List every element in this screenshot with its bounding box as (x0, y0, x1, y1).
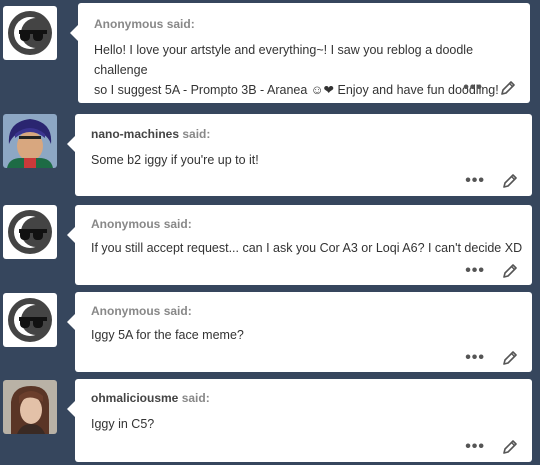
more-options-button[interactable]: ••• (465, 438, 485, 454)
pencil-icon (501, 81, 515, 95)
pencil-icon (503, 351, 517, 365)
asker-name[interactable]: nano-machines (91, 127, 179, 141)
ohmaliciousme-avatar[interactable] (3, 380, 57, 434)
ask-card: Anonymous said: Iggy 5A for the face mem… (67, 292, 532, 372)
ask-message: If you still accept request... can I ask… (91, 238, 522, 258)
anonymous-avatar[interactable] (3, 205, 57, 259)
said-label: said: (163, 217, 192, 231)
edit-button[interactable] (503, 173, 518, 188)
asker-name[interactable]: Anonymous (94, 17, 163, 31)
more-options-button[interactable]: ••• (463, 79, 483, 95)
nano-machines-avatar[interactable] (3, 114, 57, 168)
ask-message: Iggy 5A for the face meme? (91, 325, 244, 345)
asker-name[interactable]: Anonymous (91, 304, 160, 318)
said-label: said: (166, 17, 195, 31)
edit-button[interactable] (503, 439, 518, 454)
more-options-button[interactable]: ••• (465, 262, 485, 278)
character-portrait-icon (3, 114, 57, 168)
ask-card: nano-machines said: Some b2 iggy if you'… (67, 114, 532, 196)
said-label: said: (182, 127, 211, 141)
ask-message-line: Iggy in C5? (91, 417, 155, 431)
ask-message-line: Iggy 5A for the face meme? (91, 328, 244, 342)
more-options-button[interactable]: ••• (465, 172, 485, 188)
asker-name[interactable]: ohmaliciousme (91, 391, 178, 405)
ask-card: Anonymous said: If you still accept requ… (67, 205, 532, 285)
ask-message: Some b2 iggy if you're up to it! (91, 150, 259, 170)
anonymous-avatar[interactable] (3, 6, 57, 60)
pencil-icon (503, 174, 517, 188)
ask-card: ohmaliciousme said: Iggy in C5? ••• (67, 379, 532, 462)
pencil-icon (503, 440, 517, 454)
ask-card: Anonymous said: Hello! I love your artst… (70, 3, 530, 103)
said-label: said: (163, 304, 192, 318)
said-label: said: (181, 391, 210, 405)
anonymous-avatar[interactable] (3, 293, 57, 347)
edit-button[interactable] (503, 350, 518, 365)
edit-button[interactable] (501, 80, 516, 95)
asker-name[interactable]: Anonymous (91, 217, 160, 231)
ask-message-line: If you still accept request... can I ask… (91, 241, 523, 255)
anonymous-sunglasses-icon (8, 298, 52, 342)
more-options-button[interactable]: ••• (465, 349, 485, 365)
photo-portrait-icon (3, 380, 57, 434)
edit-button[interactable] (503, 263, 518, 278)
anonymous-sunglasses-icon (8, 11, 52, 55)
ask-message-line: Some b2 iggy if you're up to it! (91, 153, 259, 167)
ask-message-line: Hello! I love your artstyle and everythi… (94, 43, 474, 77)
anonymous-sunglasses-icon (8, 210, 52, 254)
ask-message: Iggy in C5? (91, 414, 154, 434)
pencil-icon (503, 264, 517, 278)
